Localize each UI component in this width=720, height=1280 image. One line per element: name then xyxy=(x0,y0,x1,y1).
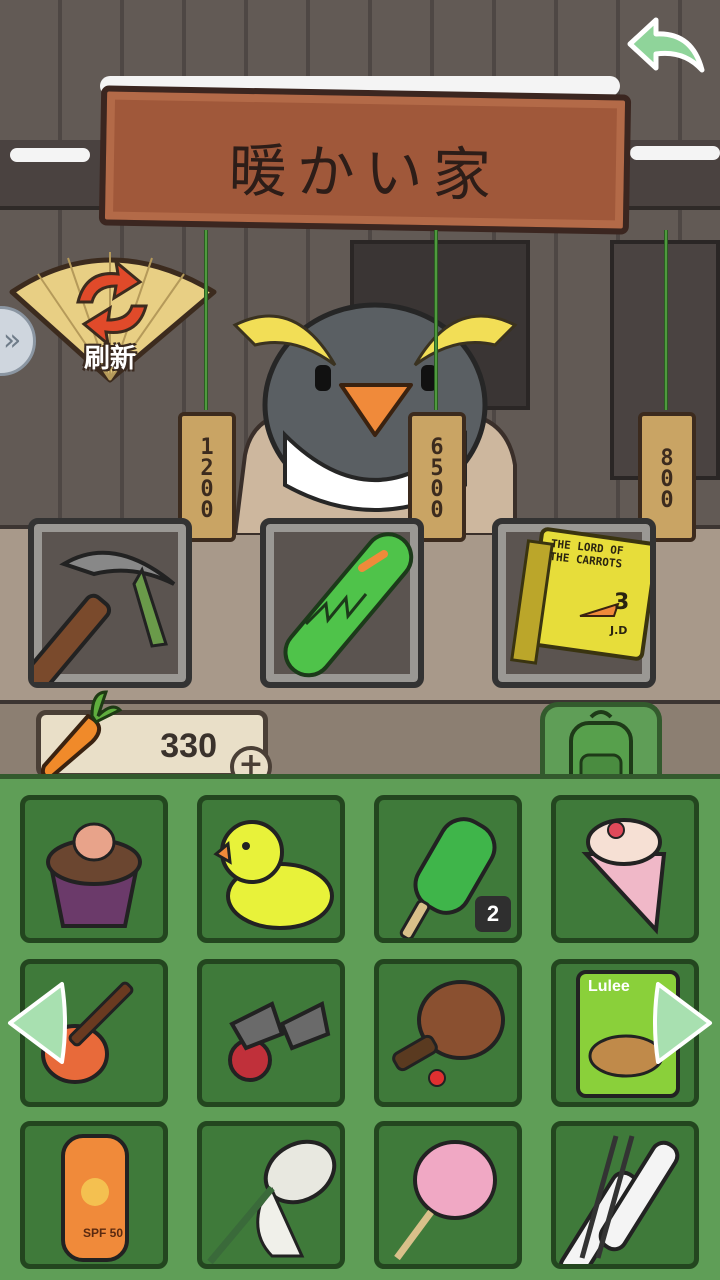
refresh-label: 刷新 xyxy=(83,344,136,374)
skis-icon xyxy=(558,1135,680,1264)
previous-page-arrow[interactable] xyxy=(2,978,72,1068)
snow-right xyxy=(630,146,720,160)
inventory-slot-cupcake[interactable] xyxy=(20,795,168,943)
inventory-slot-kendama-set[interactable] xyxy=(197,959,345,1107)
inventory-slot-sunscreen[interactable]: SPF 50 xyxy=(20,1121,168,1269)
shop-slot-pickaxe[interactable] xyxy=(28,518,192,688)
book-author: J.D xyxy=(610,624,628,637)
price-tag-3-value: 800 xyxy=(654,445,680,509)
tag-string-3 xyxy=(664,230,668,410)
carrot-count: 330 xyxy=(160,727,217,765)
inventory-slot-wooden-paddle[interactable] xyxy=(374,959,522,1107)
inventory-slot-rubber-duck[interactable] xyxy=(197,795,345,943)
inventory-slot-crepe[interactable] xyxy=(551,795,699,943)
inventory-slot-skis[interactable] xyxy=(551,1121,699,1269)
bug-net-icon xyxy=(207,1139,337,1264)
shopkeeper-penguin xyxy=(215,285,535,537)
sunscreen-label: SPF 50 xyxy=(83,1226,124,1240)
shop-sign: 暖かい家 xyxy=(98,85,632,235)
cupcake-icon xyxy=(46,822,142,928)
shop-slot-book[interactable]: THE LORD OF THE CARROTS 3 J.D xyxy=(492,518,656,688)
rubber-duck-icon xyxy=(213,820,334,930)
inventory-slot-popsicle[interactable]: 2 xyxy=(374,795,522,943)
tag-string-2 xyxy=(434,230,438,410)
price-tag-1-value: 1200 xyxy=(194,435,220,519)
book-volume: 3 xyxy=(614,590,630,615)
back-button[interactable] xyxy=(622,14,708,84)
inventory-panel: 2 Lulee SPF 50 xyxy=(0,774,720,1280)
tag-string-1 xyxy=(204,230,208,410)
inventory-slot-cotton-candy[interactable] xyxy=(374,1121,522,1269)
snack-bag-brand: Lulee xyxy=(588,978,630,995)
arrow-right-icon xyxy=(653,982,712,1064)
paddle-icon xyxy=(392,980,505,1087)
carrot-icon xyxy=(36,686,123,782)
shop-slot-snowboard[interactable] xyxy=(260,518,424,688)
popsicle-count-badge: 2 xyxy=(475,896,511,932)
next-page-arrow[interactable] xyxy=(648,978,718,1068)
crepe-icon xyxy=(581,818,667,935)
sunscreen-icon xyxy=(61,1134,129,1262)
cotton-candy-icon xyxy=(394,1140,497,1261)
back-arrow-icon xyxy=(627,17,705,73)
price-tag-2-value: 6500 xyxy=(424,435,450,519)
inventory-slot-bug-net[interactable] xyxy=(197,1121,345,1269)
arrow-left-icon xyxy=(8,982,67,1064)
kendama-icon xyxy=(228,1001,331,1082)
snowboard-icon xyxy=(283,532,414,678)
pickaxe-icon xyxy=(34,550,176,682)
snow-left xyxy=(10,148,90,162)
shop-title: 暖かい家 xyxy=(228,136,502,210)
